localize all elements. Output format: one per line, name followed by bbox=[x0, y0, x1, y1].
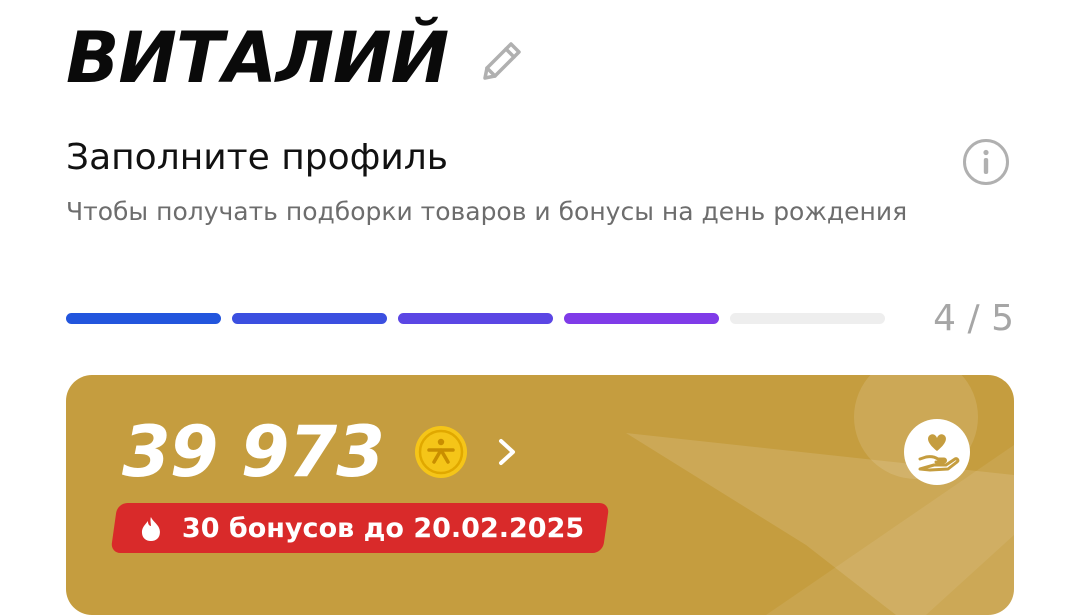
user-name: ВИТАЛИЙ bbox=[66, 17, 449, 99]
progress-segment bbox=[66, 313, 221, 324]
info-icon[interactable] bbox=[962, 138, 1010, 186]
profile-subtitle: Чтобы получать подборки товаров и бонусы… bbox=[66, 197, 908, 226]
bonus-card[interactable]: 39 973 30 бонусов до 20.02.2025 bbox=[66, 375, 1014, 615]
profile-progress-bar bbox=[66, 313, 885, 324]
bonus-expire-text: 30 бонусов до 20.02.2025 bbox=[182, 512, 585, 544]
user-name-row: ВИТАЛИЙ bbox=[66, 8, 528, 108]
progress-segment bbox=[398, 313, 553, 324]
pencil-icon[interactable] bbox=[476, 35, 528, 87]
heart-hand-icon[interactable] bbox=[904, 419, 970, 485]
profile-title: Заполните профиль bbox=[66, 137, 449, 178]
progress-segment bbox=[730, 313, 885, 324]
progress-segment bbox=[564, 313, 719, 324]
coin-icon bbox=[414, 426, 467, 478]
progress-count: 4 / 5 bbox=[933, 298, 1014, 339]
progress-segment bbox=[232, 313, 387, 324]
balance-row[interactable]: 39 973 bbox=[122, 417, 520, 487]
chevron-right-icon[interactable] bbox=[494, 435, 520, 469]
bonus-expire-badge[interactable]: 30 бонусов до 20.02.2025 bbox=[110, 503, 610, 553]
flame-icon bbox=[142, 516, 160, 540]
bonus-balance: 39 973 bbox=[122, 411, 385, 493]
